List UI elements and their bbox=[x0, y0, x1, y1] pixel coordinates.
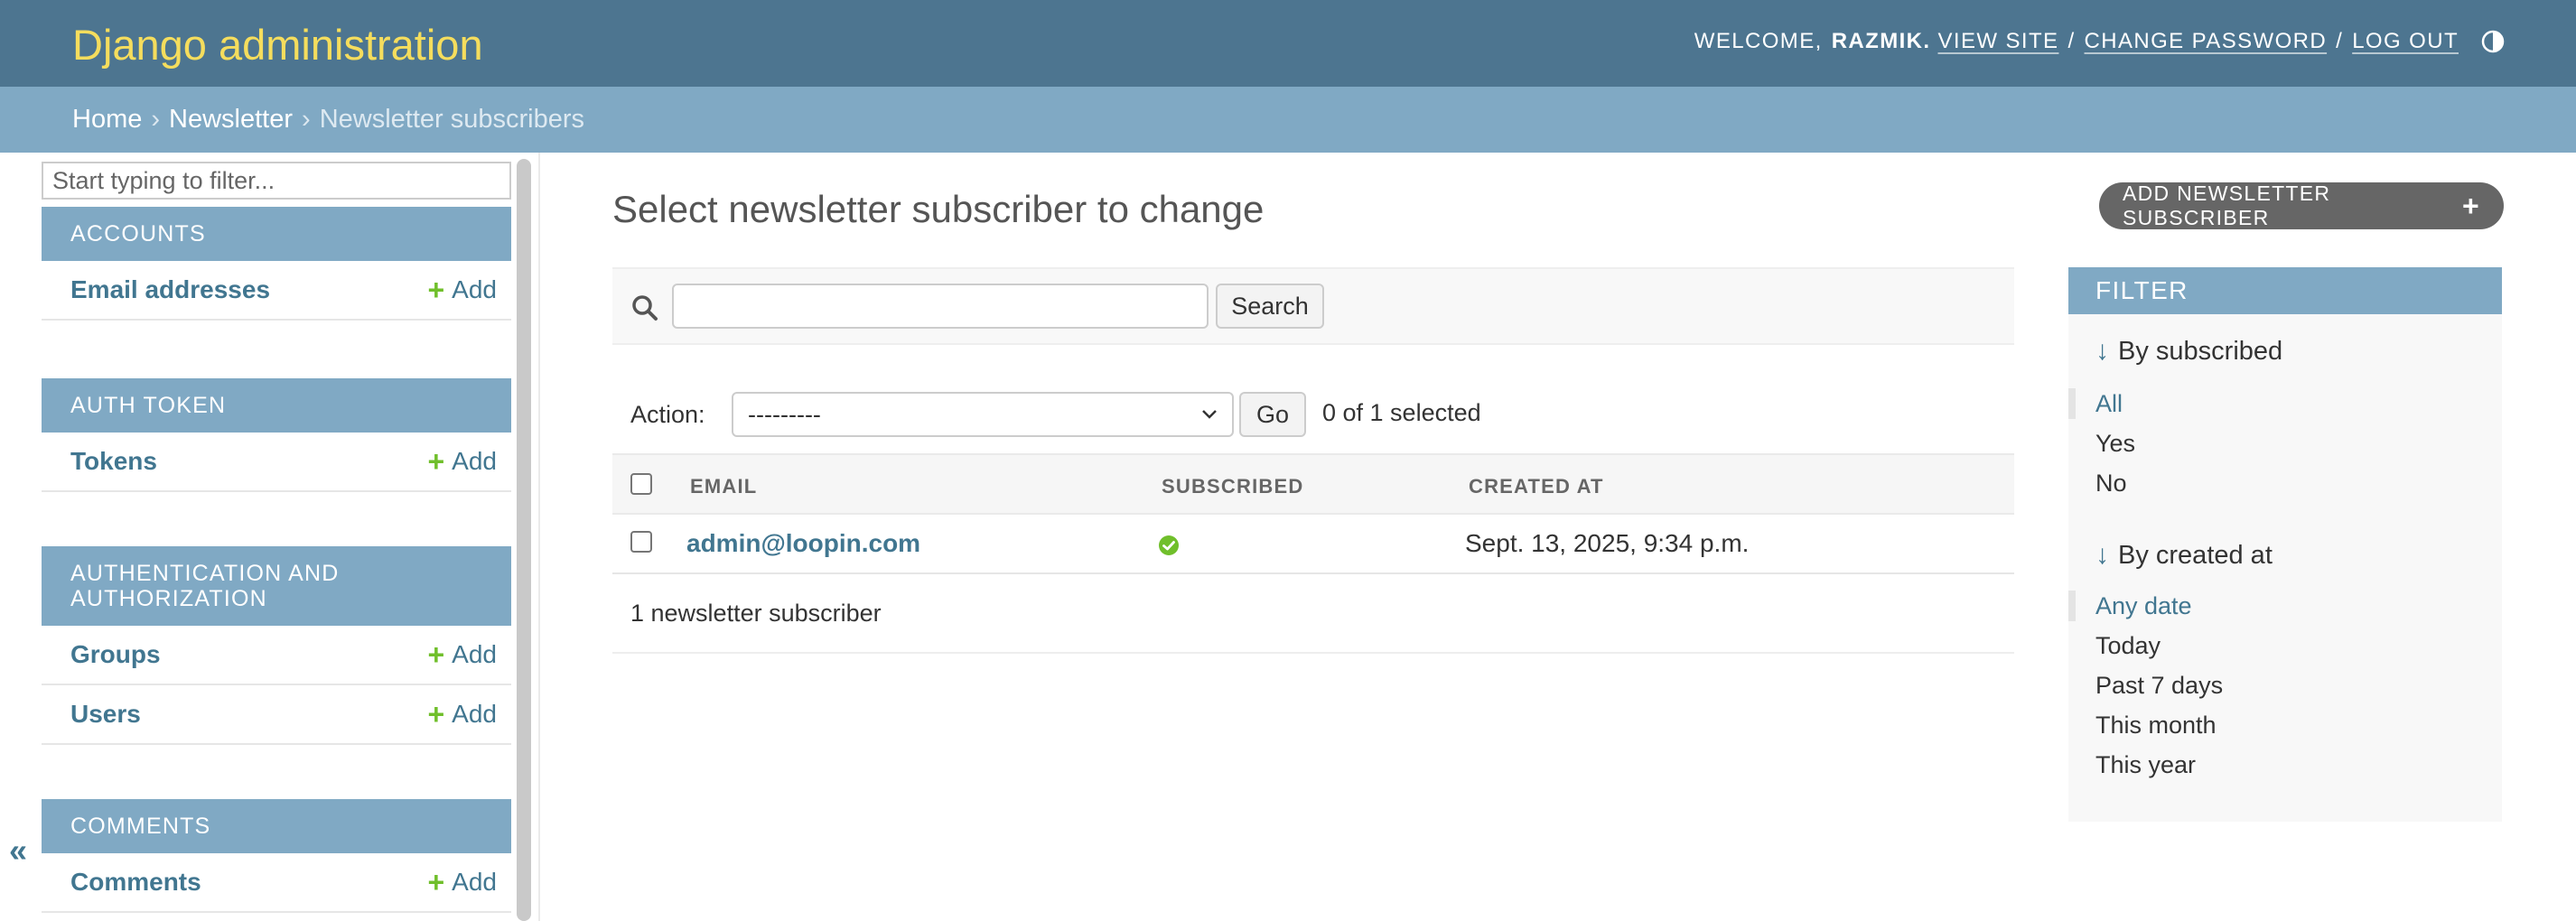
add-newsletter-subscriber-button[interactable]: ADD NEWSLETTER SUBSCRIBER + bbox=[2099, 181, 2504, 229]
search-input[interactable] bbox=[672, 284, 1209, 329]
nav-sidebar: ACCOUNTS Email addresses +Add AUTH TOKEN… bbox=[40, 153, 515, 921]
toggle-sidebar[interactable]: « bbox=[0, 153, 40, 921]
column-header-email[interactable]: EMAIL bbox=[690, 475, 757, 498]
add-link[interactable]: + Add bbox=[427, 700, 497, 729]
add-button-label: ADD NEWSLETTER SUBSCRIBER bbox=[2123, 181, 2331, 229]
add-icon: + bbox=[427, 698, 445, 730]
search-toolbar: Search bbox=[612, 267, 2014, 345]
filter-option-yes[interactable]: Yes bbox=[2095, 430, 2135, 458]
page-title: Select newsletter subscriber to change bbox=[612, 188, 1265, 230]
add-icon: + bbox=[427, 274, 445, 306]
collapse-sidebar-icon[interactable]: « bbox=[9, 832, 27, 870]
model-link[interactable]: Tokens bbox=[70, 447, 157, 476]
select-all-checkbox[interactable] bbox=[630, 473, 652, 495]
sidebar-item-comments: Comments + Add bbox=[42, 853, 511, 913]
add-link[interactable]: + Add bbox=[427, 868, 497, 897]
breadcrumb-separator: › bbox=[302, 105, 311, 134]
add-label: Add bbox=[452, 868, 497, 896]
row-checkbox[interactable] bbox=[630, 531, 652, 553]
sidebar-scrollbar[interactable] bbox=[517, 159, 531, 921]
username: RAZMIK. bbox=[1831, 29, 1931, 53]
add-label: Add bbox=[452, 275, 497, 303]
breadcrumb-current: Newsletter subscribers bbox=[319, 105, 585, 134]
separator: / bbox=[2067, 29, 2076, 53]
sidebar-item-email-addresses: Email addresses + Add bbox=[42, 261, 511, 321]
chevron-down-icon bbox=[1202, 410, 1217, 419]
selected-indicator bbox=[2068, 388, 2076, 419]
sidebar-item-tokens: Tokens + Add bbox=[42, 433, 511, 492]
sidebar-item-groups: Groups + Add bbox=[42, 626, 511, 685]
arrow-down-icon: ↓ bbox=[2095, 336, 2109, 366]
filter-heading-label: By created at bbox=[2118, 540, 2273, 570]
email-link[interactable]: admin@loopin.com bbox=[686, 529, 920, 558]
search-button[interactable]: Search bbox=[1216, 284, 1324, 329]
add-link[interactable]: + Add bbox=[427, 640, 497, 669]
log-out-link[interactable]: LOG OUT bbox=[2352, 29, 2459, 54]
filter-option-this-month[interactable]: This month bbox=[2095, 712, 2217, 740]
go-button[interactable]: Go bbox=[1239, 392, 1306, 437]
created-at-value: Sept. 13, 2025, 9:34 p.m. bbox=[1465, 529, 1750, 557]
change-password-link[interactable]: CHANGE PASSWORD bbox=[2085, 29, 2328, 54]
filter-title: FILTER bbox=[2068, 267, 2502, 314]
filter-option-past-7-days[interactable]: Past 7 days bbox=[2095, 672, 2223, 700]
sidebar-item-users: Users + Add bbox=[42, 685, 511, 745]
app-header-auth-token[interactable]: AUTH TOKEN bbox=[42, 378, 511, 433]
header: Django administration WELCOME, RAZMIK. V… bbox=[0, 0, 2576, 87]
table-header: EMAIL SUBSCRIBED CREATED AT bbox=[612, 453, 2014, 515]
filter-option-any-date[interactable]: Any date bbox=[2095, 592, 2192, 620]
breadcrumb: Home › Newsletter › Newsletter subscribe… bbox=[0, 87, 2576, 153]
add-label: Add bbox=[452, 447, 497, 475]
breadcrumb-separator: › bbox=[151, 105, 161, 134]
actions-bar: Action: --------- Go 0 of 1 selected bbox=[612, 386, 2014, 441]
add-label: Add bbox=[452, 640, 497, 668]
add-icon: + bbox=[427, 445, 445, 478]
table-row: admin@loopin.com Sept. 13, 2025, 9:34 p.… bbox=[612, 515, 2014, 574]
model-link[interactable]: Groups bbox=[70, 640, 161, 669]
action-selected-option: --------- bbox=[748, 400, 821, 428]
filter-heading-label: By subscribed bbox=[2118, 336, 2283, 366]
view-site-link[interactable]: VIEW SITE bbox=[1937, 29, 2058, 54]
action-select[interactable]: --------- bbox=[732, 392, 1234, 437]
search-icon bbox=[632, 295, 658, 321]
app-header-authentication[interactable]: AUTHENTICATION AND AUTHORIZATION bbox=[42, 546, 511, 626]
filter-heading-subscribed[interactable]: ↓ By subscribed bbox=[2095, 336, 2282, 367]
check-circle-icon bbox=[1159, 535, 1179, 555]
add-icon: + bbox=[427, 638, 445, 671]
breadcrumb-newsletter[interactable]: Newsletter bbox=[169, 105, 293, 135]
add-icon: + bbox=[427, 866, 445, 898]
plus-icon: + bbox=[2462, 189, 2480, 222]
add-link[interactable]: + Add bbox=[427, 447, 497, 476]
sidebar-divider bbox=[538, 153, 540, 921]
selected-count: 0 of 1 selected bbox=[1322, 399, 1481, 426]
add-link[interactable]: + Add bbox=[427, 275, 497, 304]
filter-option-today[interactable]: Today bbox=[2095, 632, 2161, 660]
theme-toggle-icon[interactable] bbox=[2480, 29, 2506, 54]
selected-indicator bbox=[2068, 591, 2076, 621]
app-header-accounts[interactable]: ACCOUNTS bbox=[42, 207, 511, 261]
app-header-comments[interactable]: COMMENTS bbox=[42, 799, 511, 853]
arrow-down-icon: ↓ bbox=[2095, 540, 2109, 570]
action-label: Action: bbox=[630, 401, 705, 428]
welcome-text: WELCOME, bbox=[1694, 29, 1823, 53]
filter-option-this-year[interactable]: This year bbox=[2095, 751, 2196, 779]
paginator: 1 newsletter subscriber bbox=[612, 574, 2014, 654]
filter-option-no[interactable]: No bbox=[2095, 470, 2127, 498]
column-header-created-at[interactable]: CREATED AT bbox=[1469, 475, 1604, 498]
separator: / bbox=[2336, 29, 2344, 53]
nav-filter-input[interactable] bbox=[42, 162, 511, 200]
model-link[interactable]: Comments bbox=[70, 868, 201, 897]
add-label: Add bbox=[452, 700, 497, 728]
column-header-subscribed[interactable]: SUBSCRIBED bbox=[1162, 475, 1303, 498]
model-link[interactable]: Users bbox=[70, 700, 141, 729]
filter-heading-created-at[interactable]: ↓ By created at bbox=[2095, 540, 2273, 571]
user-tools: WELCOME, RAZMIK. VIEW SITE / CHANGE PASS… bbox=[1694, 29, 2459, 54]
model-link[interactable]: Email addresses bbox=[70, 275, 270, 304]
filter-option-all[interactable]: All bbox=[2095, 390, 2123, 418]
breadcrumb-home[interactable]: Home bbox=[72, 105, 142, 135]
site-name[interactable]: Django administration bbox=[72, 20, 483, 70]
filter-panel: FILTER ↓ By subscribed All Yes No ↓ By c… bbox=[2068, 267, 2502, 822]
